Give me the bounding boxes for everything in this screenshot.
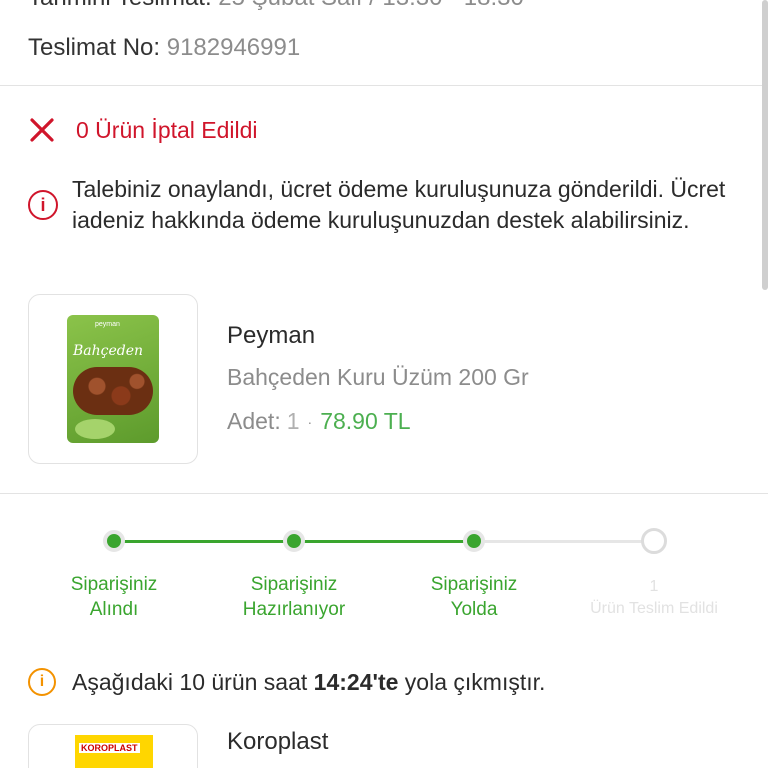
step-label-line2: Ürün Teslim Edildi bbox=[590, 600, 718, 617]
package-brand: KOROPLAST bbox=[79, 743, 140, 753]
step-label-line1: Siparişiniz bbox=[430, 574, 518, 595]
delivery-number-row: Teslimat No: 9182946991 bbox=[28, 34, 300, 62]
separator-dot: · bbox=[307, 413, 313, 430]
step-label-preparing: Siparişiniz Hazırlanıyor bbox=[219, 572, 369, 622]
tracker-node-preparing bbox=[283, 530, 305, 552]
step-label-delivered: 1 Ürün Teslim Edildi bbox=[579, 576, 729, 620]
tracker-node-received bbox=[103, 530, 125, 552]
raisins-graphic bbox=[73, 367, 153, 415]
koroplast-package-image: KOROPLAST bbox=[75, 735, 153, 768]
quantity-label: Adet: bbox=[227, 408, 281, 434]
tracker-node-shipped bbox=[463, 530, 485, 552]
tracker-line-3 bbox=[474, 540, 654, 543]
quantity-value: 1 bbox=[286, 408, 300, 434]
refund-info: i Talebiniz onaylandı, ücret ödeme kurul… bbox=[28, 174, 752, 236]
product-price: 78.90 TL bbox=[320, 408, 411, 434]
notice-suffix: yola çıkmıştır. bbox=[398, 668, 546, 695]
step-label-line2: Alındı bbox=[89, 599, 139, 620]
step-label-shipped: Siparişiniz Yolda bbox=[399, 572, 549, 622]
delivery-number-label: Teslimat No: bbox=[28, 34, 161, 61]
scheduled-delivery-label: Tahmini Teslimat: bbox=[28, 0, 212, 11]
shipment-notice-text: Aşağıdaki 10 ürün saat 14:24'te yola çık… bbox=[72, 669, 545, 696]
step-label-received: Siparişiniz Alındı bbox=[39, 572, 189, 622]
product-name: Bahçeden Kuru Üzüm 200 Gr bbox=[227, 364, 529, 390]
scheduled-delivery-value: 25 Şubat Salı / 13:30 - 18:30 bbox=[218, 0, 524, 11]
raisins-package-image: peyman Bahçeden bbox=[67, 315, 159, 443]
shipment-notice: i Aşağıdaki 10 ürün saat 14:24'te yola ç… bbox=[28, 668, 545, 696]
tracker-node-delivered bbox=[641, 528, 667, 554]
close-icon bbox=[30, 118, 54, 142]
info-icon: i bbox=[28, 190, 58, 220]
leaf-graphic bbox=[75, 419, 115, 439]
scheduled-delivery-row: Tahmini Teslimat: 25 Şubat Salı / 13:30 … bbox=[28, 0, 524, 12]
delivery-info: Tahmini Teslimat: 25 Şubat Salı / 13:30 … bbox=[0, 0, 762, 86]
info-icon: i bbox=[28, 668, 56, 696]
notice-prefix: Aşağıdaki 10 ürün saat bbox=[72, 668, 314, 695]
step-label-line1: 1 bbox=[649, 578, 659, 595]
product-image[interactable]: KOROPLAST bbox=[28, 724, 198, 768]
refund-message: Talebiniz onaylandı, ücret ödeme kuruluş… bbox=[72, 176, 726, 233]
tracker-line-1 bbox=[114, 540, 294, 543]
notice-time: 14:24'te bbox=[313, 668, 399, 695]
step-label-line1: Siparişiniz bbox=[250, 574, 338, 595]
tracker-line-2 bbox=[294, 540, 474, 543]
step-label-line2: Hazırlanıyor bbox=[242, 599, 346, 620]
product-brand: Koroplast bbox=[227, 728, 329, 755]
cancelled-items-row: 0 Ürün İptal Edildi bbox=[28, 112, 258, 148]
product-card[interactable]: peyman Bahçeden bbox=[0, 290, 768, 494]
cancelled-items-title: 0 Ürün İptal Edildi bbox=[76, 116, 258, 143]
delivery-number-value: 9182946991 bbox=[166, 34, 301, 61]
product-meta: Adet: 1 · 78.90 TL bbox=[227, 408, 411, 435]
scrollbar[interactable] bbox=[762, 0, 768, 290]
package-name: Bahçeden bbox=[73, 343, 144, 359]
product-image[interactable]: peyman Bahçeden bbox=[28, 294, 198, 464]
step-label-line1: Siparişiniz bbox=[70, 574, 158, 595]
order-tracker: Siparişiniz Alındı Siparişiniz Hazırlanı… bbox=[0, 520, 768, 640]
product-brand: Peyman bbox=[227, 322, 316, 349]
package-brand: peyman bbox=[95, 321, 120, 328]
step-label-line2: Yolda bbox=[450, 599, 498, 620]
